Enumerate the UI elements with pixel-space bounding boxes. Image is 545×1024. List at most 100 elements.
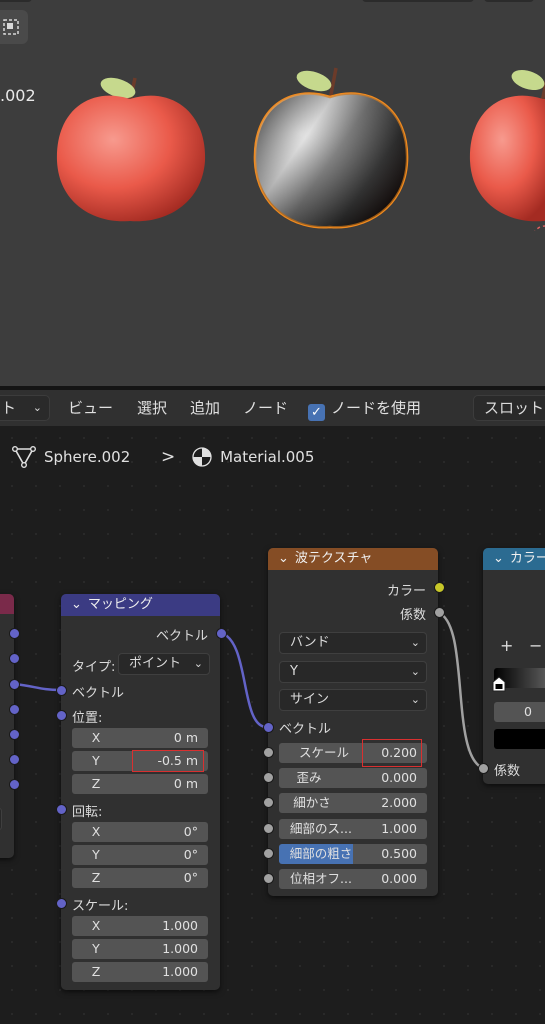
viewport-top-button[interactable] bbox=[362, 0, 474, 2]
chevron-down-icon[interactable]: ⌄ bbox=[71, 597, 82, 612]
mapping-vector-output-socket[interactable] bbox=[216, 628, 227, 639]
field-value: 0° bbox=[183, 824, 198, 839]
chevron-down-icon[interactable]: ⌄ bbox=[278, 551, 289, 566]
output-socket[interactable] bbox=[9, 729, 20, 740]
partial-node-header[interactable] bbox=[0, 594, 14, 614]
wave-color-output-socket[interactable] bbox=[434, 582, 445, 593]
checkbox-icon[interactable]: ✓ bbox=[308, 404, 325, 421]
menu-node[interactable]: ノード bbox=[243, 390, 288, 426]
menu-add[interactable]: 追加 bbox=[190, 390, 220, 426]
color-ramp-header[interactable]: ⌄ カラー bbox=[483, 548, 545, 570]
wave-detail-roughness-field[interactable]: 細部の粗さ 0.500 bbox=[279, 844, 427, 864]
slot-dropdown[interactable]: スロット bbox=[473, 395, 545, 421]
add-stop-button[interactable]: + bbox=[500, 636, 513, 655]
wave-detail-field[interactable]: 細かさ 2.000 bbox=[279, 793, 427, 813]
slot-label: スロット bbox=[484, 399, 545, 417]
apple-object[interactable] bbox=[465, 66, 545, 231]
wave-type-dropdown[interactable]: バンド ⌄ bbox=[279, 632, 427, 654]
wave-vector-input-socket[interactable] bbox=[263, 722, 274, 733]
viewport-top-button[interactable] bbox=[484, 0, 534, 2]
viewport-top-button[interactable] bbox=[0, 0, 32, 2]
mapping-scale-socket[interactable] bbox=[56, 898, 67, 909]
axis-label: Z bbox=[91, 870, 101, 885]
color-ramp-title: カラー bbox=[509, 551, 545, 566]
remove-stop-button[interactable]: − bbox=[529, 636, 542, 655]
axis-label: Y bbox=[92, 847, 100, 862]
color-ramp-factor-socket[interactable] bbox=[478, 763, 489, 774]
field-label: 位相オフ... bbox=[290, 871, 352, 886]
mapping-location-socket[interactable] bbox=[56, 710, 67, 721]
rotation-label: 回転: bbox=[72, 805, 103, 820]
wave-distortion-field[interactable]: 歪み 0.000 bbox=[279, 768, 427, 788]
wave-detail-scale-field[interactable]: 細部のス... 1.000 bbox=[279, 819, 427, 839]
location-z-field[interactable]: Z 0 m bbox=[72, 774, 208, 794]
menu-view[interactable]: ビュー bbox=[68, 390, 113, 426]
input-vector-label: ベクトル bbox=[72, 686, 125, 701]
mapping-node-header[interactable]: ⌄ マッピング bbox=[61, 594, 220, 616]
scale-label: スケール: bbox=[72, 899, 129, 914]
apple-object[interactable] bbox=[50, 66, 215, 231]
field-value: 1.000 bbox=[162, 941, 198, 956]
output-socket[interactable] bbox=[9, 679, 20, 690]
scale-y-field[interactable]: Y 1.000 bbox=[72, 939, 208, 959]
menu-select[interactable]: 選択 bbox=[137, 390, 167, 426]
scale-x-field[interactable]: X 1.000 bbox=[72, 916, 208, 936]
node-editor-header: ト ⌄ ビュー 選択 追加 ノード ✓ ノードを使用 スロット bbox=[0, 390, 545, 426]
rotation-x-field[interactable]: X 0° bbox=[72, 822, 208, 842]
field-value: 0.500 bbox=[381, 846, 417, 861]
3d-viewport[interactable]: .002 bbox=[0, 0, 545, 386]
field-value: 0.000 bbox=[381, 770, 417, 785]
location-x-field[interactable]: X 0 m bbox=[72, 728, 208, 748]
stop-color-swatch[interactable] bbox=[494, 729, 545, 749]
mapping-rotation-socket[interactable] bbox=[56, 804, 67, 815]
wave-texture-node[interactable]: ⌄ 波テクスチャ カラー 係数 バンド ⌄ Y ⌄ サイン ⌄ ベクトル スケール 0.2… bbox=[268, 548, 438, 896]
wave-detail-socket[interactable] bbox=[263, 797, 274, 808]
rotation-y-field[interactable]: Y 0° bbox=[72, 845, 208, 865]
dropdown-value: Y bbox=[290, 664, 298, 679]
input-vector-label: ベクトル bbox=[279, 722, 332, 737]
mapping-vector-input-socket[interactable] bbox=[56, 685, 67, 696]
field-value: 1.000 bbox=[162, 964, 198, 979]
rotation-z-field[interactable]: Z 0° bbox=[72, 868, 208, 888]
field-label: スケール bbox=[298, 745, 349, 760]
wave-detail-scale-socket[interactable] bbox=[263, 823, 274, 834]
axis-label: X bbox=[91, 730, 101, 745]
output-socket[interactable] bbox=[9, 628, 20, 639]
output-socket[interactable] bbox=[9, 704, 20, 715]
wave-factor-output-socket[interactable] bbox=[434, 607, 445, 618]
wave-detail-roughness-socket[interactable] bbox=[263, 848, 274, 859]
wave-phase-offset-field[interactable]: 位相オフ... 0.000 bbox=[279, 869, 427, 889]
select-box-icon[interactable] bbox=[0, 10, 28, 44]
wave-direction-dropdown[interactable]: Y ⌄ bbox=[279, 661, 427, 683]
stop-position-field[interactable]: 0 bbox=[494, 702, 545, 722]
type-value: ポイント bbox=[129, 656, 182, 671]
chevron-down-icon[interactable]: ⌄ bbox=[493, 551, 504, 566]
color-stop-handle-icon[interactable] bbox=[492, 676, 506, 692]
scale-z-field[interactable]: Z 1.000 bbox=[72, 962, 208, 982]
color-ramp-node[interactable]: ⌄ カラー + − 0 係数 bbox=[483, 548, 545, 784]
use-nodes-toggle[interactable]: ✓ ノードを使用 bbox=[308, 390, 421, 426]
axis-label: Y bbox=[92, 753, 100, 768]
output-socket[interactable] bbox=[9, 653, 20, 664]
wave-scale-socket[interactable] bbox=[263, 747, 274, 758]
mapping-node-title: マッピング bbox=[87, 597, 153, 612]
wave-node-header[interactable]: ⌄ 波テクスチャ bbox=[268, 548, 438, 570]
output-socket[interactable] bbox=[9, 754, 20, 765]
wave-phase-offset-socket[interactable] bbox=[263, 873, 274, 884]
editor-mode-label: ト bbox=[1, 399, 17, 417]
field-value: 2.000 bbox=[381, 795, 417, 810]
field-value: 1.000 bbox=[381, 821, 417, 836]
field-value: 0 m bbox=[173, 730, 198, 745]
location-label: 位置: bbox=[72, 711, 103, 726]
node-editor-canvas[interactable]: Sphere.002 > Material.005 ⌄ マッピング ベクトル タイ… bbox=[0, 426, 545, 1024]
partial-node-field[interactable] bbox=[0, 808, 2, 830]
type-dropdown[interactable]: ポイント ⌄ bbox=[118, 653, 210, 675]
field-value: 0.000 bbox=[381, 871, 417, 886]
wave-distortion-socket[interactable] bbox=[263, 772, 274, 783]
mapping-node[interactable]: ⌄ マッピング ベクトル タイプ: ポイント ⌄ ベクトル 位置: X0 m Y -0… bbox=[61, 594, 220, 990]
chevron-down-icon: ⌄ bbox=[193, 657, 203, 670]
wave-profile-dropdown[interactable]: サイン ⌄ bbox=[279, 689, 427, 711]
editor-mode-dropdown[interactable]: ト ⌄ bbox=[0, 395, 50, 421]
output-socket[interactable] bbox=[9, 779, 20, 790]
selected-apple-object[interactable] bbox=[250, 66, 415, 236]
